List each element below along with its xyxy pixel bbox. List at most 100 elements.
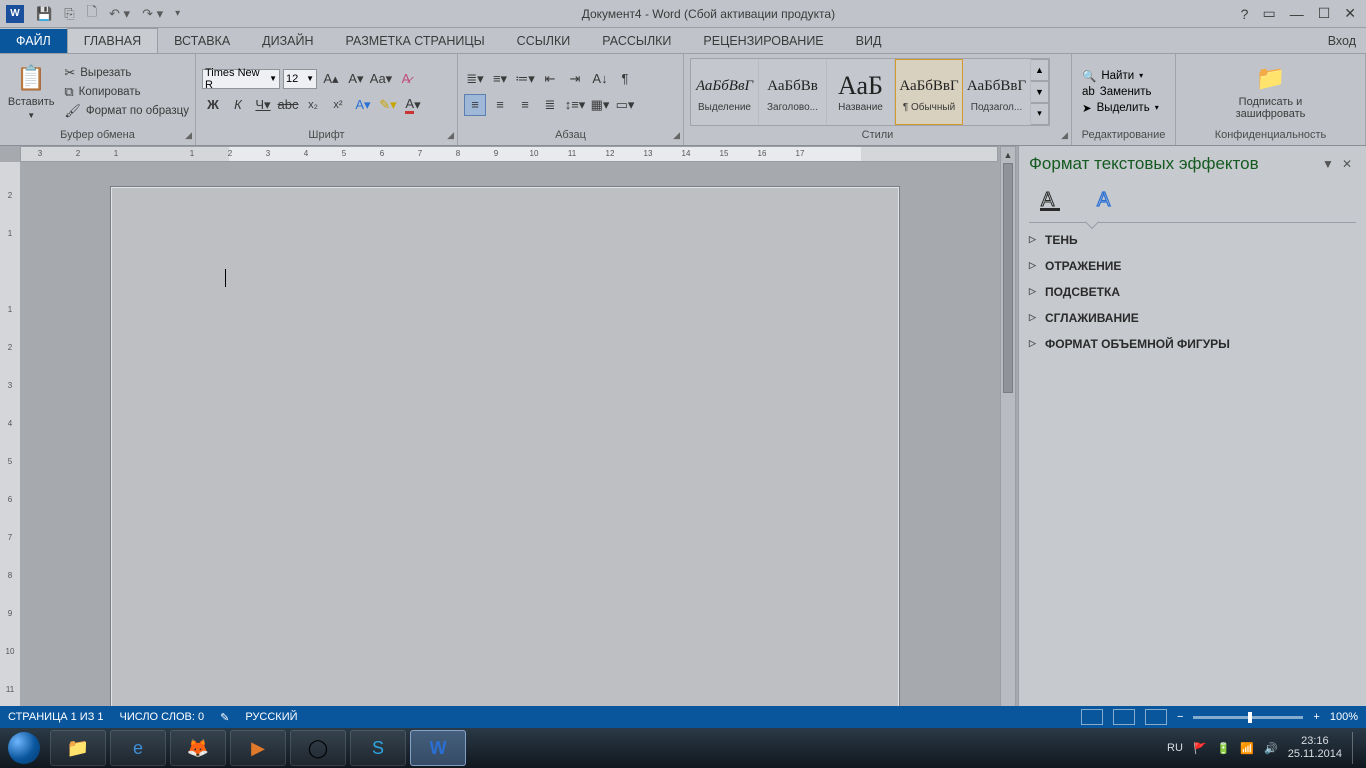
paste-button[interactable]: 📋 Вставить ▼ — [6, 57, 56, 127]
text-effects-icon[interactable]: A▾ — [352, 94, 374, 116]
shading-icon[interactable]: ▦▾ — [589, 94, 611, 116]
align-center-icon[interactable]: ≡ — [489, 94, 511, 116]
align-right-icon[interactable]: ≡ — [514, 94, 536, 116]
status-page[interactable]: СТРАНИЦА 1 ИЗ 1 — [8, 711, 104, 723]
dec-indent-icon[interactable]: ⇤ — [539, 68, 561, 90]
underline-icon[interactable]: Ч▾ — [252, 94, 274, 116]
tab-home[interactable]: ГЛАВНАЯ — [67, 28, 158, 53]
tray-lang[interactable]: RU — [1167, 742, 1183, 754]
italic-icon[interactable]: К — [227, 94, 249, 116]
style-emphasis[interactable]: АаБбВвГВыделение — [691, 59, 759, 125]
proofing-icon[interactable]: ✎ — [220, 711, 229, 724]
scroll-up-icon[interactable]: ▲ — [1001, 147, 1015, 163]
clipboard-dialog-icon[interactable]: ◢ — [185, 130, 192, 141]
scroll-thumb[interactable] — [1003, 163, 1013, 393]
tray-volume-icon[interactable]: 🔊 — [1264, 742, 1278, 755]
taskbar-ie[interactable]: e — [110, 730, 166, 766]
taskbar-chrome[interactable]: ◯ — [290, 730, 346, 766]
shrink-font-icon[interactable]: A▾ — [345, 68, 367, 90]
help-button[interactable]: ? — [1241, 6, 1249, 22]
tab-pagelayout[interactable]: РАЗМЕТКА СТРАНИЦЫ — [330, 29, 501, 53]
minimize-button[interactable]: — — [1290, 6, 1304, 22]
numbering-icon[interactable]: ≡▾ — [489, 68, 511, 90]
taskbar-word[interactable]: W — [410, 730, 466, 766]
grow-font-icon[interactable]: A▴ — [320, 68, 342, 90]
bullets-icon[interactable]: ≣▾ — [464, 68, 486, 90]
start-button[interactable] — [0, 728, 48, 768]
pane-entry-reflection[interactable]: ОТРАЖЕНИЕ — [1019, 253, 1366, 279]
tray-clock[interactable]: 23:16 25.11.2014 — [1288, 735, 1342, 761]
taskbar-skype[interactable]: S — [350, 730, 406, 766]
font-dialog-icon[interactable]: ◢ — [447, 130, 454, 141]
tray-battery-icon[interactable]: 🔋 — [1217, 742, 1231, 755]
zoom-level[interactable]: 100% — [1330, 711, 1358, 723]
redo-icon[interactable]: ↷ ▾ — [142, 6, 163, 22]
font-name-select[interactable]: Times New R▼ — [202, 69, 280, 89]
sign-encrypt-button[interactable]: 📁 Подписать и зашифровать — [1221, 57, 1321, 127]
tab-review[interactable]: РЕЦЕНЗИРОВАНИЕ — [687, 29, 839, 53]
maximize-button[interactable]: ☐ — [1318, 5, 1331, 22]
tab-references[interactable]: ССЫЛКИ — [501, 29, 587, 53]
tab-file[interactable]: ФАЙЛ — [0, 29, 67, 53]
view-web-icon[interactable] — [1145, 709, 1167, 725]
qat-more-icon[interactable]: ▾ — [175, 8, 180, 19]
new-icon[interactable]: 🗋 — [87, 3, 97, 25]
style-normal[interactable]: АаБбВвГ¶ Обычный — [895, 59, 963, 125]
gallery-down-icon[interactable]: ▼ — [1031, 81, 1049, 103]
signin-link[interactable]: Вход — [1328, 34, 1366, 53]
zoom-in-icon[interactable]: + — [1313, 711, 1319, 723]
gallery-up-icon[interactable]: ▲ — [1031, 59, 1049, 81]
align-left-icon[interactable]: ≡ — [464, 94, 486, 116]
pane-entry-softedge[interactable]: СГЛАЖИВАНИЕ — [1019, 305, 1366, 331]
tray-flag-icon[interactable]: 🚩 — [1193, 742, 1207, 755]
view-read-icon[interactable] — [1081, 709, 1103, 725]
pane-entry-glow[interactable]: ПОДСВЕТКА — [1019, 279, 1366, 305]
taskbar-firefox[interactable]: 🦊 — [170, 730, 226, 766]
line-spacing-icon[interactable]: ↕≡▾ — [564, 94, 586, 116]
tray-network-icon[interactable]: 📶 — [1240, 742, 1254, 755]
highlight-icon[interactable]: ✎▾ — [377, 94, 399, 116]
replace-button[interactable]: abЗаменить — [1082, 86, 1159, 98]
tab-design[interactable]: ДИЗАЙН — [246, 29, 329, 53]
find-button[interactable]: 🔍Найти▾ — [1082, 69, 1159, 83]
superscript-icon[interactable]: x² — [327, 94, 349, 116]
pane-options-icon[interactable]: ▼ — [1318, 157, 1338, 171]
strike-icon[interactable]: abc — [277, 94, 299, 116]
zoom-slider[interactable] — [1193, 716, 1303, 719]
subscript-icon[interactable]: x₂ — [302, 94, 324, 116]
text-fill-tab-icon[interactable]: A — [1033, 184, 1067, 214]
inc-indent-icon[interactable]: ⇥ — [564, 68, 586, 90]
style-title[interactable]: АаБНазвание — [827, 59, 895, 125]
pane-close-icon[interactable]: ✕ — [1338, 157, 1356, 171]
taskbar-media[interactable]: ▶ — [230, 730, 286, 766]
vertical-scrollbar[interactable]: ▲ ▼ — [1000, 146, 1016, 723]
close-button[interactable]: ✕ — [1344, 5, 1356, 22]
borders-icon[interactable]: ▭▾ — [614, 94, 636, 116]
tab-mailings[interactable]: РАССЫЛКИ — [586, 29, 687, 53]
font-color-icon[interactable]: A▾ — [402, 94, 424, 116]
sort-icon[interactable]: A↓ — [589, 68, 611, 90]
taskbar-explorer[interactable]: 📁 — [50, 730, 106, 766]
open-icon[interactable]: ⎘ — [64, 6, 74, 22]
pane-entry-shadow[interactable]: ТЕНЬ — [1019, 227, 1366, 253]
horizontal-ruler[interactable]: 3211234567891011121314151617 — [20, 146, 998, 162]
para-dialog-icon[interactable]: ◢ — [673, 130, 680, 141]
format-painter-button[interactable]: 🖌Формат по образцу — [64, 103, 189, 119]
bold-icon[interactable]: Ж — [202, 94, 224, 116]
page-canvas[interactable] — [110, 186, 900, 723]
select-button[interactable]: ➤Выделить▾ — [1082, 101, 1159, 115]
gallery-more-icon[interactable]: ▾ — [1031, 103, 1049, 125]
style-subtitle[interactable]: АаБбВвГПодзагол... — [963, 59, 1031, 125]
justify-icon[interactable]: ≣ — [539, 94, 561, 116]
tab-view[interactable]: ВИД — [840, 29, 898, 53]
status-lang[interactable]: РУССКИЙ — [245, 711, 297, 723]
clear-format-icon[interactable]: A̷ — [395, 68, 417, 90]
pane-entry-3dformat[interactable]: ФОРМАТ ОБЪЕМНОЙ ФИГУРЫ — [1019, 331, 1366, 357]
zoom-out-icon[interactable]: − — [1177, 711, 1183, 723]
tab-insert[interactable]: ВСТАВКА — [158, 29, 246, 53]
multilevel-icon[interactable]: ≔▾ — [514, 68, 536, 90]
text-effects-tab-icon[interactable]: A — [1089, 184, 1123, 214]
status-words[interactable]: ЧИСЛО СЛОВ: 0 — [120, 711, 205, 723]
save-icon[interactable]: 💾 — [36, 6, 52, 22]
view-print-icon[interactable] — [1113, 709, 1135, 725]
